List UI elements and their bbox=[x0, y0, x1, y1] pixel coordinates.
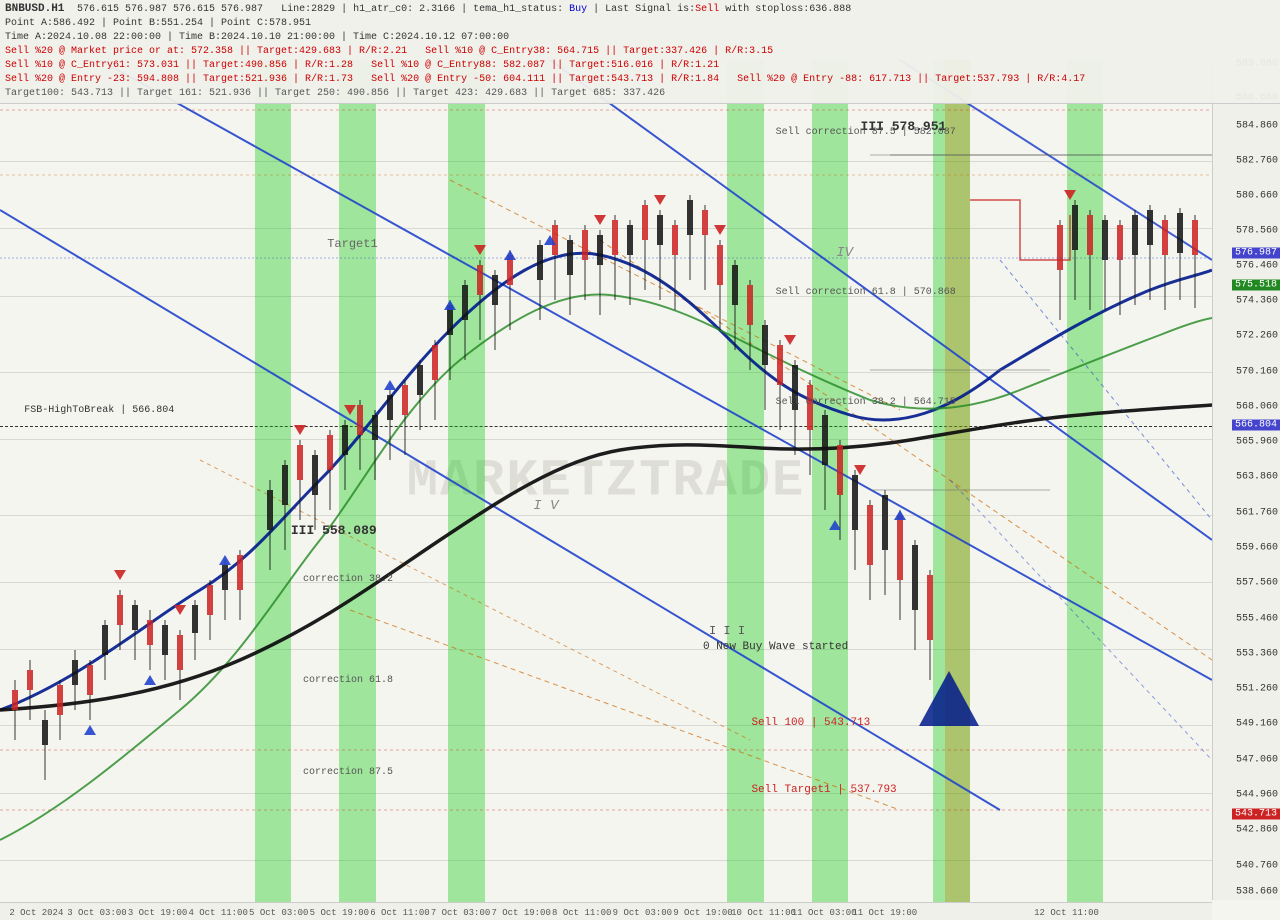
time-8: 7 Oct 03:00 bbox=[431, 908, 490, 918]
price-565: 565.960 bbox=[1236, 437, 1278, 448]
chart-container: BNBUSD.H1 576.615 576.987 576.615 576.98… bbox=[0, 0, 1280, 920]
time-11: 9 Oct 03:00 bbox=[613, 908, 672, 918]
chart-svg bbox=[0, 60, 1212, 902]
price-584: 584.860 bbox=[1236, 120, 1278, 131]
symbol-line: BNBUSD.H1 576.615 576.987 576.615 576.98… bbox=[5, 2, 1275, 17]
correction-61-label: correction 61.8 bbox=[303, 675, 393, 686]
time-1: 2 Oct 2024 bbox=[9, 908, 63, 918]
time-13: 10 Oct 11:00 bbox=[731, 908, 796, 918]
price-547: 547.060 bbox=[1236, 754, 1278, 765]
price-553: 553.360 bbox=[1236, 648, 1278, 659]
target1-label: Target1 bbox=[327, 237, 377, 251]
time-9: 7 Oct 19:00 bbox=[491, 908, 550, 918]
time-16: 12 Oct 11:00 bbox=[1034, 908, 1099, 918]
price-549: 549.160 bbox=[1236, 719, 1278, 730]
target-line: Target100: 543.713 || Target 161: 521.93… bbox=[5, 87, 1275, 101]
sell-correction-87-label: Sell correction 87.5 | 582.087 bbox=[776, 127, 956, 138]
fsb-label: FSB-HighToBreak | 566.804 bbox=[24, 405, 174, 416]
price-current: 576.987 bbox=[1232, 248, 1280, 259]
price-572: 572.260 bbox=[1236, 331, 1278, 342]
price-538: 538.660 bbox=[1236, 886, 1278, 897]
wave-arrow bbox=[909, 666, 989, 726]
price-576: 576.460 bbox=[1236, 260, 1278, 271]
time-2: 3 Oct 03:00 bbox=[67, 908, 126, 918]
signal-line-3: Sell %20 @ Entry -23: 594.808 || Target:… bbox=[5, 73, 1275, 87]
sell-target1-label: Sell Target1 | 537.793 bbox=[751, 784, 896, 796]
signal-line-2: Sell %10 @ C_Entry61: 573.031 || Target:… bbox=[5, 59, 1275, 73]
time-3: 3 Oct 19:00 bbox=[128, 908, 187, 918]
price-544: 544.960 bbox=[1236, 790, 1278, 801]
sell-100-label: Sell 100 | 543.713 bbox=[751, 717, 870, 729]
price-580: 580.660 bbox=[1236, 191, 1278, 202]
time-14: 11 Oct 03:00 bbox=[792, 908, 857, 918]
price-561: 561.760 bbox=[1236, 507, 1278, 518]
time-axis: 2 Oct 2024 3 Oct 03:00 3 Oct 19:00 4 Oct… bbox=[0, 902, 1212, 920]
correction-87-label: correction 87.5 bbox=[303, 767, 393, 778]
price-scale: 589.060 586.660 584.860 582.760 580.660 … bbox=[1212, 60, 1280, 900]
top-bar: BNBUSD.H1 576.615 576.987 576.615 576.98… bbox=[0, 0, 1280, 104]
chart-area: MARKETZTRADE FSB-HighToBreak | 566.804 bbox=[0, 60, 1212, 902]
wave-iii-markers: I I I bbox=[709, 624, 745, 638]
price-578: 578.560 bbox=[1236, 225, 1278, 236]
wave-label: 0 New Buy Wave started bbox=[703, 641, 848, 653]
time-12: 9 Oct 19:00 bbox=[673, 908, 732, 918]
time-15: 11 Oct 19:00 bbox=[852, 908, 917, 918]
roman-iv-label-2: IV bbox=[836, 245, 853, 261]
price-568: 568.060 bbox=[1236, 401, 1278, 412]
sell-correction-38-label: Sell correction 38.2 | 564.715 bbox=[776, 397, 956, 408]
price-570: 570.160 bbox=[1236, 366, 1278, 377]
price-fsb: 566.804 bbox=[1232, 420, 1280, 431]
times-line: Time A:2024.10.08 22:00:00 | Time B:2024… bbox=[5, 31, 1275, 45]
time-6: 5 Oct 19:00 bbox=[310, 908, 369, 918]
price-582: 582.760 bbox=[1236, 155, 1278, 166]
price-559: 559.660 bbox=[1236, 543, 1278, 554]
signal-line-1: Sell %20 @ Market price or at: 572.358 |… bbox=[5, 45, 1275, 59]
price-558-label: III 558.089 bbox=[291, 523, 377, 538]
sell-correction-61-label: Sell correction 61.8 | 570.868 bbox=[776, 287, 956, 298]
time-4: 4 Oct 11:00 bbox=[188, 908, 247, 918]
roman-iv-label-1: I V bbox=[533, 498, 558, 514]
price-557: 557.560 bbox=[1236, 578, 1278, 589]
correction-38-label: correction 38.2 bbox=[303, 574, 393, 585]
price-551: 551.260 bbox=[1236, 684, 1278, 695]
time-10: 8 Oct 11:00 bbox=[552, 908, 611, 918]
time-5: 5 Oct 03:00 bbox=[249, 908, 308, 918]
price-540: 540.760 bbox=[1236, 860, 1278, 871]
price-543: 543.713 bbox=[1232, 809, 1280, 820]
price-575: 575.518 bbox=[1232, 280, 1280, 291]
price-563: 563.860 bbox=[1236, 472, 1278, 483]
time-7: 6 Oct 11:00 bbox=[370, 908, 429, 918]
points-line: Point A:586.492 | Point B:551.254 | Poin… bbox=[5, 17, 1275, 31]
price-574: 574.360 bbox=[1236, 296, 1278, 307]
price-542: 542.860 bbox=[1236, 825, 1278, 836]
price-555: 555.460 bbox=[1236, 613, 1278, 624]
